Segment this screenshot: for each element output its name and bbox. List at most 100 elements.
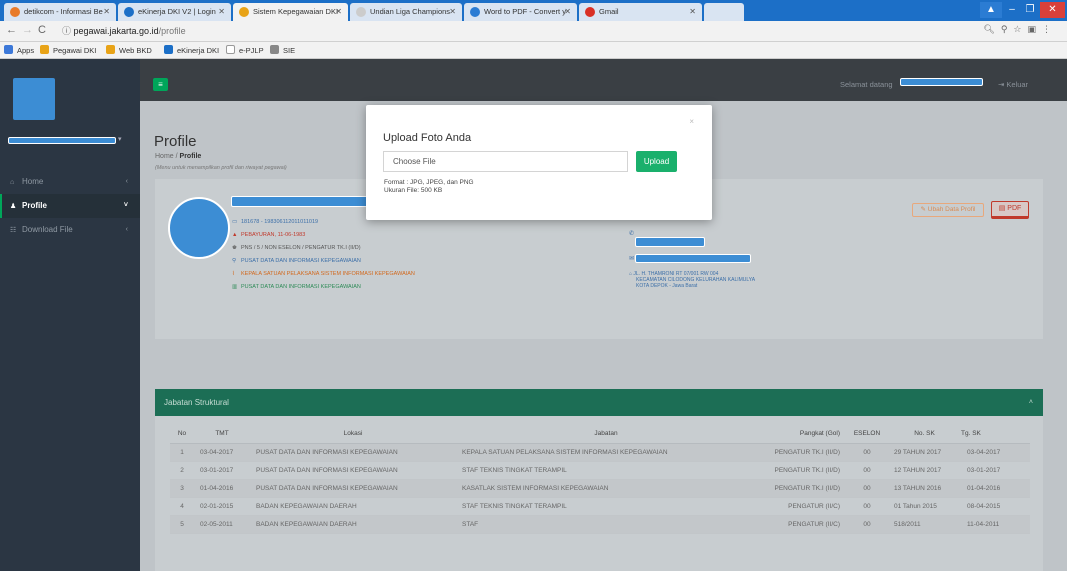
close-tab-icon[interactable]: ✕ — [564, 3, 571, 21]
bookmark-apps[interactable]: Apps — [4, 45, 34, 56]
chevron-up-icon[interactable]: ˄ — [1029, 389, 1033, 416]
unit2-text: PUSAT DATA DAN INFORMASI KEPEGAWAIAN — [241, 284, 361, 290]
status-text: PNS / 5 / NON ESELON / PENGATUR TK.I (II… — [241, 245, 361, 251]
close-tab-icon[interactable]: ✕ — [449, 3, 456, 21]
modal-title: Upload Foto Anda — [383, 132, 472, 144]
edit-icon: ✎ — [920, 206, 928, 213]
menu-dots-icon[interactable]: ⋮ — [1042, 24, 1057, 34]
close-tab-icon[interactable]: ✕ — [218, 3, 225, 21]
ekinerja-favicon-icon — [124, 7, 134, 17]
bkd-favicon-icon — [106, 45, 115, 54]
table-cell: 08-04-2015 — [961, 497, 1030, 516]
user-profile-icon[interactable]: ▲ — [980, 2, 1002, 18]
url-field[interactable]: ⓘ pegawai.jakarta.go.id/profile — [62, 24, 186, 38]
nip-text: 181678 - 198306112011011019 — [241, 219, 319, 225]
breadcrumb-home-link[interactable]: Home — [155, 153, 174, 160]
table-cell: 518/2011 — [888, 515, 961, 534]
phone-icon: ✆ — [629, 231, 635, 237]
bookmark-e-pjlp[interactable]: e-PJLP — [226, 45, 264, 56]
table-cell: PUSAT DATA DAN INFORMASI KEPEGAWAIAN — [250, 479, 456, 498]
reload-icon[interactable]: C — [38, 24, 46, 36]
pegawai-favicon-icon — [40, 45, 49, 54]
close-tab-icon[interactable]: ✕ — [689, 3, 696, 21]
bookmark-sie[interactable]: SIE — [270, 45, 295, 56]
welcome-user-name-redacted — [900, 78, 983, 86]
table-cell: 02-01-2015 — [194, 497, 250, 516]
breadcrumb: Home / Profile — [155, 153, 202, 160]
extension-square-icon[interactable]: ▣ — [1027, 24, 1042, 34]
profile-jabatan: ⌇ KEPALA SATUAN PELAKSANA SISTEM INFORMAS… — [232, 271, 415, 277]
tab-title: detikcom - Informasi Be — [24, 7, 103, 16]
sidebar-item-label: Profile — [22, 201, 47, 210]
restore-icon[interactable]: ❐ — [1021, 2, 1039, 18]
close-tab-icon[interactable]: ✕ — [335, 3, 342, 21]
loading-favicon-icon — [356, 7, 366, 17]
page-icon — [226, 45, 235, 54]
tab-title: Word to PDF - Convert y — [484, 7, 566, 16]
bookmark-label: Apps — [17, 46, 35, 55]
close-tab-icon[interactable]: ✕ — [103, 3, 110, 21]
table-cell: PENGATUR TK.I (II/D) — [756, 461, 846, 480]
browser-tab-sistem-kepegawaian[interactable]: Sistem Kepegawaian DKI ✕ — [233, 3, 348, 21]
browser-tabbar: detikcom - Informasi Be ✕ eKinerja DKI V… — [0, 0, 1067, 21]
bookmark-pegawai-dki[interactable]: Pegawai DKI — [40, 45, 96, 56]
profile-birth: ▲ PEBAYURAN, 11-06-1983 — [232, 232, 305, 238]
sidebar-item-home[interactable]: ⌂ Home ‹ — [0, 170, 140, 194]
jabatan-section-body: No TMT Lokasi Jabatan Pangkat (Gol) ESEL… — [155, 416, 1043, 571]
bookmark-ekinerja-dki[interactable]: eKinerja DKI — [164, 45, 219, 56]
sidebar-avatar — [13, 78, 55, 120]
unit-text: PUSAT DATA DAN INFORMASI KEPEGAWAIAN — [241, 258, 361, 264]
zoom-icon[interactable]: 🔍︎ — [983, 24, 1000, 34]
profile-name-redacted — [231, 196, 369, 207]
file-input[interactable]: Choose File — [383, 151, 628, 172]
profile-status: ♚ PNS / 5 / NON ESELON / PENGATUR TK.I (I… — [232, 245, 361, 251]
extension-icon[interactable]: ⚲ — [1001, 24, 1014, 34]
browser-tab-gmail[interactable]: Gmail ✕ — [579, 3, 702, 21]
jabatan-section-header[interactable]: Jabatan Struktural ˄ — [155, 389, 1043, 416]
forward-icon[interactable]: → — [22, 24, 33, 36]
bookmark-label: Pegawai DKI — [53, 46, 97, 55]
tab-title: Undian Liga Champions — [370, 7, 451, 16]
profile-photo[interactable] — [168, 197, 230, 259]
url-host: pegawai.jakarta.go.id — [73, 26, 159, 36]
bookmark-label: e-PJLP — [239, 46, 264, 55]
browser-tab-detikcom[interactable]: detikcom - Informasi Be ✕ — [4, 3, 116, 21]
back-icon[interactable]: ← — [6, 24, 17, 36]
new-tab-button[interactable] — [704, 3, 744, 21]
users-icon: ♚ — [232, 245, 237, 251]
tab-title: eKinerja DKI V2 | Login — [138, 7, 216, 16]
chart-icon — [270, 45, 279, 54]
sidebar-item-download-file[interactable]: ☷ Download File ‹ — [0, 218, 140, 242]
logout-link[interactable]: ⇥ Keluar — [998, 80, 1028, 89]
map-marker-icon: ⚲ — [232, 258, 237, 264]
edit-profile-button[interactable]: ✎ Ubah Data Profil — [912, 203, 984, 217]
pdf-button[interactable]: ▤ PDF — [991, 201, 1029, 219]
column-header: No — [170, 425, 194, 444]
browser-tab-word-to-pdf[interactable]: Word to PDF - Convert y ✕ — [464, 3, 577, 21]
table-row: 5 02-05-2011 BADAN KEPEGAWAIAN DAERAH STAF P… — [170, 515, 1030, 534]
minimize-icon[interactable]: – — [1003, 2, 1021, 18]
column-header: Pangkat (Gol) — [756, 425, 846, 444]
table-cell: 03-01-2017 — [961, 461, 1030, 480]
pegawai-favicon-icon — [239, 7, 249, 17]
breadcrumb-current: Profile — [179, 153, 202, 160]
browser-tab-ekinerja[interactable]: eKinerja DKI V2 | Login ✕ — [118, 3, 231, 21]
email-icon: ✉ — [629, 256, 635, 262]
table-cell: PENGATUR TK.I (II/D) — [756, 479, 846, 498]
table-header-row: No TMT Lokasi Jabatan Pangkat (Gol) ESEL… — [170, 425, 1030, 444]
browser-tab-liga-champions[interactable]: Undian Liga Champions ✕ — [350, 3, 462, 21]
bookmark-star-icon[interactable]: ☆ — [1013, 24, 1027, 34]
hamburger-menu-button[interactable]: ≡ — [153, 78, 168, 91]
upload-button[interactable]: Upload — [636, 151, 677, 172]
table-cell: 00 — [846, 479, 888, 498]
bookmark-web-bkd[interactable]: Web BKD — [106, 45, 152, 56]
welcome-text: Selamat datang — [840, 80, 893, 89]
id-card-icon: ▭ — [232, 219, 238, 225]
close-window-icon[interactable]: ✕ — [1040, 2, 1065, 18]
sidebar-item-profile[interactable]: ♟ Profile ˅ — [0, 194, 140, 218]
address-bar: ← → C ⓘ pegawai.jakarta.go.id/profile 🔍︎… — [0, 21, 1067, 42]
table-cell: 5 — [170, 515, 194, 534]
column-header: ESELON — [846, 425, 888, 444]
user-dropdown-caret-icon[interactable]: ▾ — [118, 135, 122, 143]
close-icon[interactable]: × — [689, 117, 694, 126]
